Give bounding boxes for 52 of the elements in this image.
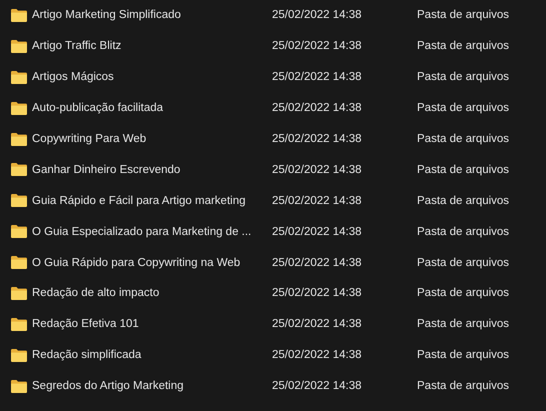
folder-icon [11,40,27,53]
file-name[interactable]: Ganhar Dinheiro Escrevendo [32,164,180,176]
folder-icon [11,256,27,270]
date-modified: 25/02/2022 14:38 [272,256,363,269]
file-name[interactable]: Redação Efetiva 101 [32,318,139,330]
file-name[interactable]: Artigo Marketing Simplificado [32,9,181,22]
date-modified: 25/02/2022 14:38 [272,318,363,330]
file-type: Pasta de arquivos [417,40,510,52]
folder-icon [11,163,27,176]
file-type: Pasta de arquivos [417,226,510,238]
date-modified: 25/02/2022 14:38 [272,287,363,300]
file-name[interactable]: Redação de alto impacto [32,287,160,300]
file-type: Pasta de arquivos [417,9,510,22]
file-name[interactable]: Copywriting Para Web [32,133,146,145]
file-type: Pasta de arquivos [417,164,510,176]
file-name[interactable]: O Guia Especializado para Marketing de ... [32,226,252,238]
file-type: Pasta de arquivos [417,287,510,300]
folder-icon [11,102,27,115]
file-name[interactable]: Segredos do Artigo Marketing [32,380,184,392]
file-type: Pasta de arquivos [417,318,510,330]
file-name[interactable]: Auto-publicação facilitada [32,102,164,114]
folder-icon [11,318,27,331]
date-modified: 25/02/2022 14:38 [272,102,363,114]
file-type: Pasta de arquivos [417,71,510,84]
file-type: Pasta de arquivos [417,380,510,392]
date-modified: 25/02/2022 14:38 [272,133,363,145]
date-modified: 25/02/2022 14:38 [272,71,363,84]
file-type: Pasta de arquivos [417,102,510,114]
date-modified: 25/02/2022 14:38 [272,349,363,362]
folder-icon [11,348,27,362]
file-type: Pasta de arquivos [417,194,510,207]
folder-icon [11,380,27,393]
file-name[interactable]: O Guia Rápido para Copywriting na Web [32,256,240,269]
folder-icon [11,70,27,84]
file-type: Pasta de arquivos [417,256,510,269]
file-name[interactable]: Redação simplificada [32,349,142,362]
date-modified: 25/02/2022 14:38 [272,194,363,207]
date-modified: 25/02/2022 14:38 [272,40,363,52]
date-modified: 25/02/2022 14:38 [272,226,363,238]
folder-icon [11,194,27,208]
folder-icon [11,8,27,22]
file-name[interactable]: Guia Rápido e Fácil para Artigo marketing [32,194,246,207]
date-modified: 25/02/2022 14:38 [272,164,363,176]
file-name[interactable]: Artigos Mágicos [32,71,114,84]
folder-icon [11,132,27,146]
folder-icon [11,225,27,238]
file-type: Pasta de arquivos [417,349,510,362]
date-modified: 25/02/2022 14:38 [272,9,363,22]
file-type: Pasta de arquivos [417,133,510,145]
date-modified: 25/02/2022 14:38 [272,380,363,392]
folder-icon [11,286,27,300]
file-name[interactable]: Artigo Traffic Blitz [32,40,122,52]
